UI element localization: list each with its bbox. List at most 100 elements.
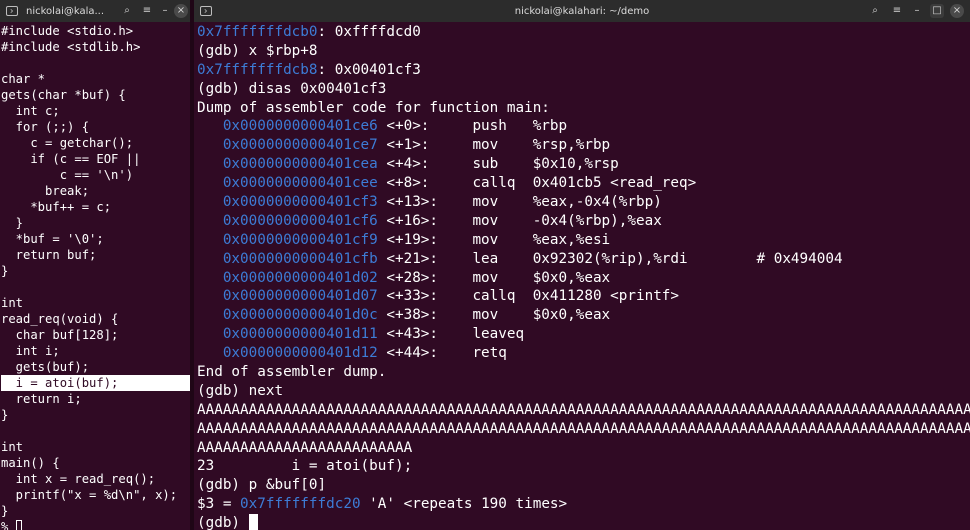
code-line: char * <box>1 72 46 86</box>
gdb-output-line: 0x0000000000401cf3 <+13>: mov %eax,-0x4(… <box>197 193 970 212</box>
gdb-output-line: 0x0000000000401d12 <+44>: retq <box>197 344 970 363</box>
code-line: } <box>1 264 9 278</box>
code-line: int x = read_req(); <box>1 472 156 486</box>
memory-address: 0x7fffffffdcb8 <box>197 61 318 78</box>
memory-address: 0x7fffffffdc20 <box>240 496 361 513</box>
code-line: return i; <box>1 392 82 406</box>
line-text: (gdb) x $rbp+8 <box>197 42 318 59</box>
close-icon[interactable]: × <box>950 4 964 18</box>
line-text: : 0x00401cf3 <box>317 61 421 78</box>
terminal-cursor <box>15 520 22 530</box>
code-line: int c; <box>1 104 60 118</box>
terminal-cursor <box>248 514 258 530</box>
terminal-tab-icon[interactable] <box>6 6 18 16</box>
gdb-output-line: 0x0000000000401ce7 <+1>: mov %rsp,%rbp <box>197 136 970 155</box>
line-text: AAAAAAAAAAAAAAAAAAAAAAAAAAAAAAAAAAAAAAAA… <box>197 420 970 437</box>
gdb-prompt-line[interactable]: (gdb) <box>197 514 970 530</box>
shell-prompt: % <box>1 520 9 530</box>
gdb-output-line: 0x0000000000401d07 <+33>: callq 0x411280… <box>197 287 970 306</box>
search-icon[interactable]: ⌕ <box>868 4 882 18</box>
code-line: #include <stdio.h> <box>1 24 134 38</box>
line-text: (gdb) disas 0x00401cf3 <box>197 80 387 97</box>
code-line: #include <stdlib.h> <box>1 40 141 54</box>
menu-icon[interactable]: ≡ <box>890 4 904 18</box>
memory-address: 0x0000000000401cf3 <box>222 194 378 211</box>
gdb-output-line: (gdb) disas 0x00401cf3 <box>197 80 970 99</box>
close-icon[interactable]: × <box>174 4 188 18</box>
memory-address: 0x0000000000401cea <box>222 156 378 173</box>
line-text: (gdb) next <box>197 382 284 399</box>
code-line: gets(char *buf) { <box>1 88 126 102</box>
right-terminal-window[interactable]: nickolai@kalahari: ~/demo ⌕ ≡ – □ × 0x7f… <box>194 0 970 530</box>
left-titlebar[interactable]: nickolai@kala... ⌕ ≡ – × <box>0 0 190 22</box>
code-line: int <box>1 440 24 454</box>
gdb-output-line: AAAAAAAAAAAAAAAAAAAAAAAAAAAAAAAAAAAAAAAA… <box>197 420 970 439</box>
menu-icon[interactable]: ≡ <box>140 4 154 18</box>
gdb-output-line: 0x0000000000401d11 <+43>: leaveq <box>197 325 970 344</box>
line-text: AAAAAAAAAAAAAAAAAAAAAAAAA <box>197 439 413 456</box>
line-text: : 0xffffdcd0 <box>317 24 421 40</box>
line-text: Dump of assembler code for function main… <box>197 99 550 116</box>
right-window-title: nickolai@kalahari: ~/demo <box>514 5 650 17</box>
left-terminal-window[interactable]: nickolai@kala... ⌕ ≡ – × #include <stdio… <box>0 0 190 530</box>
memory-address: 0x7fffffffdcb0 <box>197 24 318 40</box>
gdb-output[interactable]: 0x7fffffffdcb0: 0xffffdcd0 (gdb) x $rbp+8… <box>194 22 970 530</box>
terminal-tab-icon[interactable] <box>200 6 212 16</box>
memory-address: 0x0000000000401d11 <box>222 326 378 343</box>
code-line: main() { <box>1 456 60 470</box>
gdb-output-line: End of assembler dump. <box>197 363 970 382</box>
code-line: break; <box>1 184 90 198</box>
code-line: } <box>1 504 9 518</box>
memory-address: 0x0000000000401d07 <box>222 288 378 305</box>
code-line: *buf++ = c; <box>1 200 112 214</box>
line-text: <+13>: mov %eax,-0x4(%rbp) <box>377 194 662 211</box>
right-titlebar[interactable]: nickolai@kalahari: ~/demo ⌕ ≡ – □ × <box>194 0 970 22</box>
line-text: End of assembler dump. <box>197 364 387 381</box>
gdb-prompt: (gdb) <box>197 515 249 530</box>
memory-address: 0x0000000000401ce6 <box>222 118 378 135</box>
gdb-output-line: 0x0000000000401cf6 <+16>: mov -0x4(%rbp)… <box>197 212 970 231</box>
line-text: <+1>: mov %rsp,%rbp <box>377 137 611 154</box>
line-text: 'A' <repeats 190 times> <box>360 496 568 513</box>
line-text: <+44>: retq <box>377 345 507 362</box>
gdb-output-line: 0x7fffffffdcb8: 0x00401cf3 <box>197 61 970 80</box>
code-line: if (c == EOF || <box>1 152 141 166</box>
search-icon[interactable]: ⌕ <box>120 4 134 18</box>
code-line: *buf = '\0'; <box>1 232 104 246</box>
code-line: } <box>1 216 24 230</box>
memory-address: 0x0000000000401cfb <box>222 250 378 267</box>
minimize-icon[interactable]: – <box>910 4 924 18</box>
code-line: return buf; <box>1 248 97 262</box>
code-line: c == '\n') <box>1 168 134 182</box>
memory-address: 0x0000000000401cf9 <box>222 231 378 248</box>
code-line: i = atoi(buf); <box>1 375 190 391</box>
code-line: read_req(void) { <box>1 312 119 326</box>
code-line: c = getchar(); <box>1 136 134 150</box>
gdb-output-line: 0x0000000000401cea <+4>: sub $0x10,%rsp <box>197 155 970 174</box>
minimize-icon[interactable]: – <box>158 4 172 18</box>
gdb-output-line: 0x0000000000401cf9 <+19>: mov %eax,%esi <box>197 231 970 250</box>
memory-address: 0x0000000000401d02 <box>222 269 378 286</box>
memory-address: 0x0000000000401ce7 <box>222 137 378 154</box>
source-code-view[interactable]: #include <stdio.h> #include <stdlib.h> cha… <box>0 22 190 530</box>
code-line: char buf[128]; <box>1 328 119 342</box>
line-text: <+21>: lea 0x92302(%rip),%rdi # 0x494004 <box>377 250 843 267</box>
line-text: <+28>: mov $0x0,%eax <box>377 269 611 286</box>
code-line: } <box>1 408 9 422</box>
gdb-output-line: 23 i = atoi(buf); <box>197 457 970 476</box>
line-text: (gdb) p &buf[0] <box>197 477 327 494</box>
maximize-icon[interactable]: □ <box>930 4 944 18</box>
line-text: <+43>: leaveq <box>377 326 525 343</box>
code-line: int <box>1 296 24 310</box>
gdb-output-line: (gdb) next <box>197 382 970 401</box>
